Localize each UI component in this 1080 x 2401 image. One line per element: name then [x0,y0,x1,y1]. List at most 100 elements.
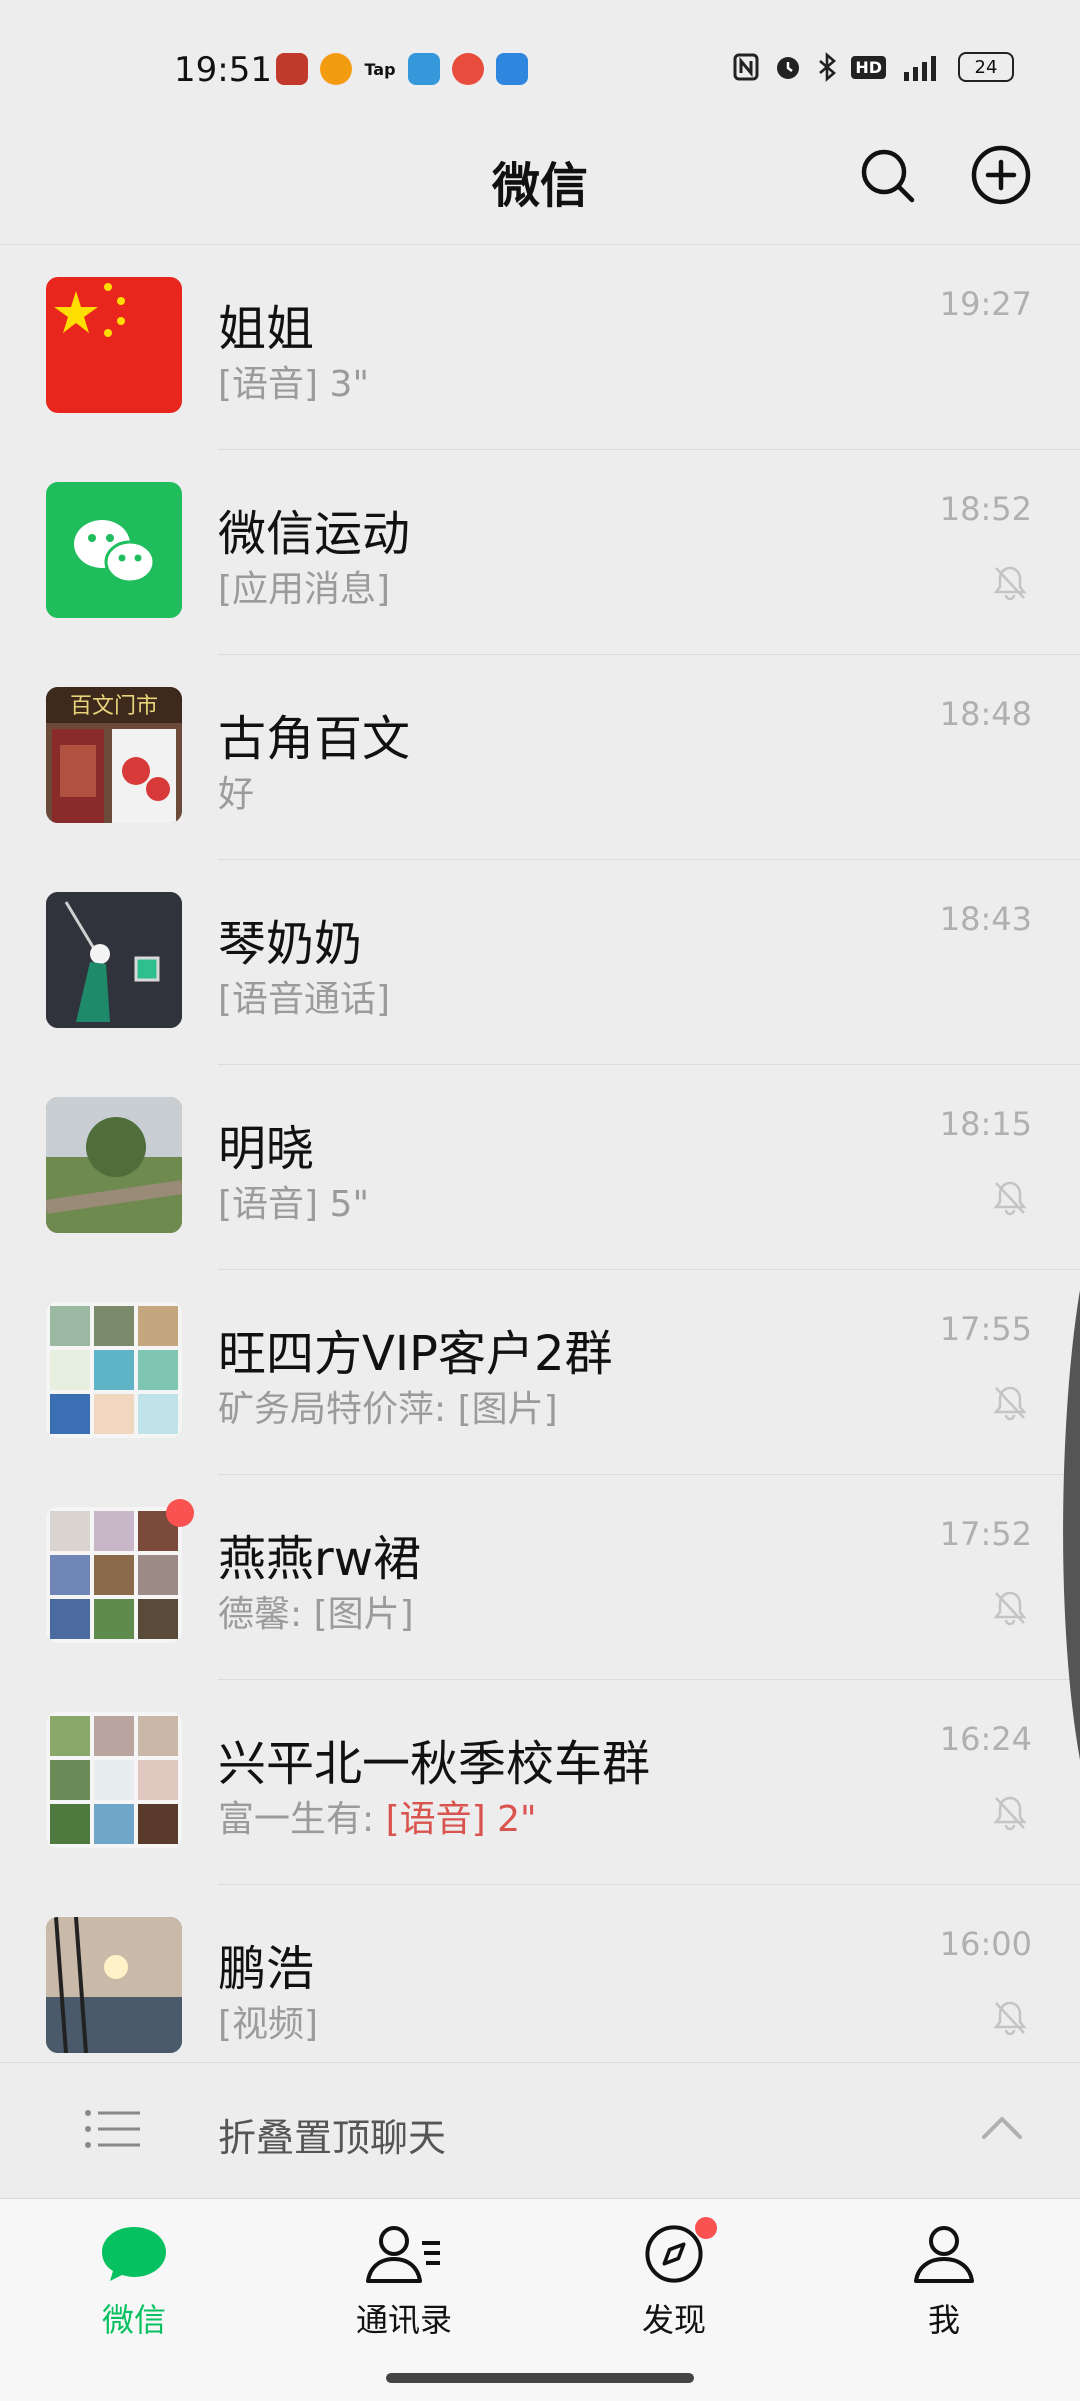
mute-bell-icon [993,1796,1027,1831]
group-avatar-grid [50,1716,178,1844]
chat-name: 琴奶奶 [218,916,363,972]
bluetooth-icon [819,52,837,82]
hd-icon: HD [851,55,886,79]
chat-time: 18:52 [939,490,1032,528]
storefront-photo: 百文门市 [46,687,182,823]
mute-bell-icon [993,566,1027,601]
app-notification-icon [408,53,440,85]
chat-preview: [语音通话] [218,979,391,1020]
chevron-up-icon[interactable] [980,2113,1024,2141]
avatar [46,482,182,618]
chat-preview: 好 [218,774,255,815]
chat-list: 姐姐 [语音] 3" 19:27 微信运动 [应用消息] 18:52 百文门市 [0,245,1080,2097]
chat-time: 17:55 [939,1310,1032,1348]
app-notification-icon [320,53,352,85]
fold-label: 折叠置顶聊天 [218,2116,447,2160]
avatar [46,1917,182,2053]
chat-item[interactable]: 明晓 [语音] 5" 18:15 [0,1065,1080,1270]
chat-item[interactable]: 旺四方VIP客户2群 矿务局特价萍: [图片] 17:55 [0,1270,1080,1475]
chat-preview: [语音] 3" [218,364,369,405]
signal-icon [904,56,936,81]
mute-bell-icon [993,1386,1027,1421]
chat-preview: [语音] 5" [218,1184,369,1225]
tab-label: 发现 [641,2301,706,2339]
chat-item[interactable]: 百文门市 古角百文 好 18:48 [0,655,1080,860]
landscape-photo [46,1097,182,1233]
edge-swipe-indicator [1063,1290,1080,1760]
chat-preview: [视频] [218,2004,319,2045]
jewelry-photo [46,892,182,1028]
status-time: 19:51 [174,50,272,90]
mute-bell-icon [993,1591,1027,1626]
group-avatar-grid [50,1511,178,1639]
app-notification-icon [452,53,484,85]
chat-preview: 富一生有: [语音] 2" [218,1790,537,1842]
app-header: 微信 [0,120,1080,244]
avatar [46,1302,182,1438]
tab-contacts[interactable]: 通讯录 [314,2223,494,2341]
avatar [46,1712,182,1848]
preview-sender: 富一生有: [218,1799,386,1840]
avatar [46,277,182,413]
chat-preview: [应用消息] [218,569,391,610]
alarm-icon [777,57,800,79]
chat-preview: 德馨: [图片] [218,1594,414,1635]
add-button[interactable] [966,140,1036,210]
tab-me[interactable]: 我 [854,2223,1034,2341]
chat-name: 燕燕rw裙 [218,1531,421,1587]
preview-highlight: [语音] 2" [385,1799,537,1840]
mute-bell-icon [993,1181,1027,1216]
chat-item[interactable]: 琴奶奶 [语音通话] 18:43 [0,860,1080,1065]
notification-icons: Tap [276,53,528,85]
chat-name: 兴平北一秋季校车群 [218,1736,651,1792]
chat-bubble-icon [102,2227,166,2281]
chat-preview: 矿务局特价萍: [图片] [218,1389,558,1430]
chat-item[interactable]: 姐姐 [语音] 3" 19:27 [0,245,1080,450]
chat-item[interactable]: 兴平北一秋季校车群 富一生有: [语音] 2" 16:24 [0,1680,1080,1885]
chat-item[interactable]: 微信运动 [应用消息] 18:52 [0,450,1080,655]
unread-badge [166,1499,194,1527]
discover-badge [695,2217,717,2239]
flag-avatar-image [54,283,125,337]
avatar [46,1097,182,1233]
search-button[interactable] [852,140,922,210]
chat-time: 19:27 [939,285,1032,323]
tab-label: 通讯录 [355,2301,452,2339]
app-notification-icon [276,53,308,85]
chat-name: 鹏浩 [218,1941,315,1997]
mute-bell-icon [993,2001,1027,2036]
list-icon [85,2110,140,2148]
tab-chats[interactable]: 微信 [44,2223,224,2341]
chat-time: 17:52 [939,1515,1032,1553]
sunset-photo [46,1917,182,2053]
chat-name: 微信运动 [218,506,411,562]
system-icons: HD 24 [733,52,1014,82]
contacts-icon [366,2226,440,2283]
tab-discover[interactable]: 发现 [584,2217,764,2341]
avatar: 百文门市 [46,687,182,823]
group-avatar-grid [50,1306,178,1434]
avatar [46,1507,182,1643]
chat-time: 16:24 [939,1720,1032,1758]
chat-name: 明晓 [218,1121,315,1177]
app-notification-icon [496,53,528,85]
bottom-tab-bar: 微信 通讯录 发现 我 [0,2198,1080,2401]
chat-time: 18:15 [939,1105,1032,1143]
chat-name: 姐姐 [218,301,315,357]
chat-time: 18:48 [939,695,1032,733]
battery-indicator: 24 [958,52,1014,82]
chat-time: 16:00 [939,1925,1032,1963]
chat-item[interactable]: 燕燕rw裙 德馨: [图片] 17:52 [0,1475,1080,1680]
storefront-sign-text: 百文门市 [70,694,158,719]
home-indicator[interactable] [386,2373,694,2383]
person-icon [914,2226,974,2283]
tap-icon: Tap [364,59,396,79]
plus-circle-icon [971,145,1031,205]
fold-pinned-chats-bar[interactable]: 折叠置顶聊天 [0,2062,1080,2199]
avatar [46,892,182,1028]
tab-label: 我 [927,2301,960,2339]
chat-time: 18:43 [939,900,1032,938]
search-icon [861,149,915,203]
tab-label: 微信 [101,2301,166,2339]
chat-name: 古角百文 [218,711,411,767]
